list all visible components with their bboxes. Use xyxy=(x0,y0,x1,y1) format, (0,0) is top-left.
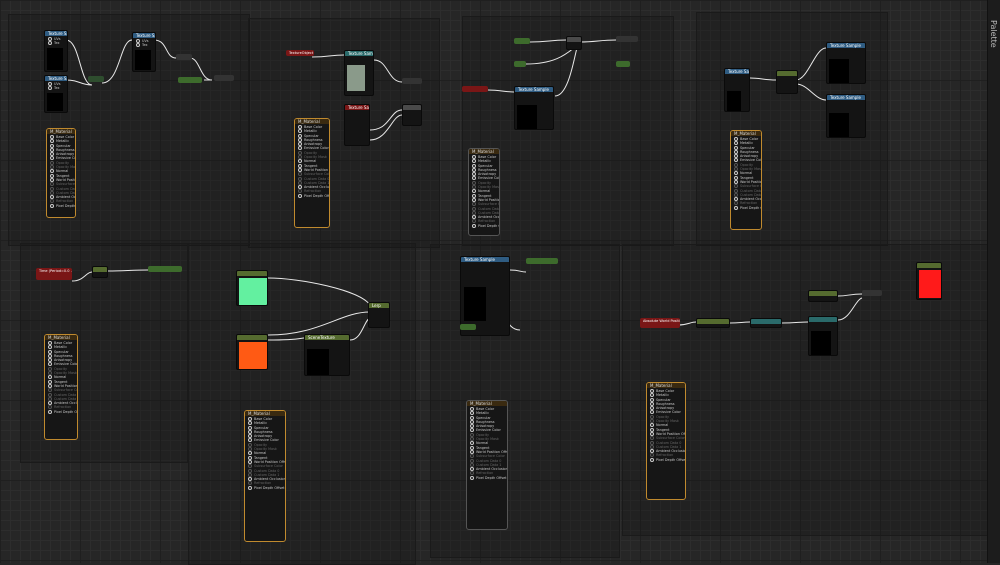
wire xyxy=(101,39,133,84)
color-constant-node[interactable] xyxy=(236,270,268,306)
add-node[interactable] xyxy=(176,54,192,60)
material-output-node[interactable]: M_Material Base Color Metallic Specular Rou… xyxy=(468,148,500,236)
material-input-pin[interactable]: Subsurface Color xyxy=(48,388,77,392)
texture-sample-node[interactable]: Texture Sample xyxy=(514,86,554,130)
material-output-node[interactable]: M_Material Base Color Metallic Specular Rou… xyxy=(646,382,686,500)
palette-tab[interactable]: Palette xyxy=(987,0,1000,563)
material-input-pin[interactable]: Pixel Depth Offset xyxy=(248,486,285,490)
texture-preview xyxy=(727,91,741,111)
output-node[interactable] xyxy=(862,290,882,296)
constant-node[interactable] xyxy=(616,61,630,67)
material-input-pin[interactable]: Pixel Depth Offset xyxy=(650,458,685,462)
texture-preview xyxy=(307,349,329,375)
texture-sample-node[interactable]: Texture Sample xyxy=(724,68,750,112)
material-input-pin[interactable]: Subsurface Color xyxy=(50,182,75,186)
texture-sample-node[interactable]: Texture Sample xyxy=(344,50,374,96)
texture-sample-node[interactable]: Texture Sample xyxy=(826,42,866,84)
scene-texture-node[interactable]: SceneTexture xyxy=(304,334,350,376)
material-input-pin[interactable]: Pixel Depth Offset xyxy=(734,206,761,210)
material-input-pin[interactable]: Pixel Depth Offset xyxy=(50,204,75,208)
material-input-pin[interactable]: Pixel Depth Offset xyxy=(470,476,507,480)
material-pin-list: Base Color Metallic Specular Roughness Aniso… xyxy=(45,340,77,415)
texture-preview xyxy=(47,93,63,111)
texture-sample-node[interactable]: Texture Sample UVsTex xyxy=(44,75,68,113)
material-input-pin[interactable]: Subsurface Color xyxy=(470,454,505,458)
texture-preview xyxy=(811,331,831,355)
material-output-node[interactable]: M_Material Base Color Metallic Specular Rou… xyxy=(46,128,76,218)
texture-sample-node[interactable]: Texture Sample UVsTex xyxy=(44,30,68,72)
material-input-pin[interactable]: Subsurface Color xyxy=(248,464,283,468)
texture-preview xyxy=(829,113,849,137)
add-node[interactable] xyxy=(402,104,422,126)
texture-preview xyxy=(517,105,537,129)
material-pin-list: Base Color Metallic Specular Roughness Aniso… xyxy=(647,388,685,463)
world-position-node[interactable]: Absolute World Position xyxy=(640,318,680,328)
material-pin-list: Base Color Metallic Specular Roughness Aniso… xyxy=(469,154,499,229)
texture-object-node[interactable] xyxy=(462,86,488,92)
material-input-pin[interactable]: Metallic xyxy=(50,139,72,143)
texture-preview xyxy=(829,59,849,83)
output-node[interactable] xyxy=(526,258,558,264)
material-pin-list: Base Color Metallic Specular Roughness Aniso… xyxy=(245,416,285,491)
material-input-pin[interactable]: Pixel Depth Offset xyxy=(472,224,499,228)
color-constant-node[interactable] xyxy=(916,262,942,300)
material-input-pin[interactable]: Subsurface Color xyxy=(298,172,329,176)
color-constant-node[interactable] xyxy=(236,334,268,370)
divide-node[interactable] xyxy=(750,318,782,328)
material-input-pin[interactable]: Subsurface Color xyxy=(472,202,499,206)
lerp-node[interactable] xyxy=(566,36,582,50)
material-output-node[interactable]: M_Material Base Color Metallic Specular Rou… xyxy=(466,400,508,530)
material-input-pin[interactable]: Subsurface Color xyxy=(650,436,685,440)
lerp-node[interactable] xyxy=(808,316,838,356)
green-color-swatch xyxy=(239,278,267,305)
constant-node[interactable] xyxy=(514,61,526,67)
multiply-node[interactable] xyxy=(402,78,422,84)
sine-node[interactable] xyxy=(92,266,108,278)
material-input-pin[interactable]: Pixel Depth Offset xyxy=(298,194,329,198)
texture-object-node[interactable]: TextureObject xyxy=(286,50,314,56)
texture-sample-node[interactable]: Texture Sample xyxy=(826,94,866,138)
wire xyxy=(153,39,177,59)
output-node[interactable] xyxy=(148,266,182,272)
material-input-pin[interactable]: Subsurface Color xyxy=(734,184,761,188)
texture-preview xyxy=(464,287,486,321)
material-pin-list: Base Color Metallic Specular Roughness Aniso… xyxy=(47,134,75,209)
material-pin-list: Base Color Metallic Specular Roughness Aniso… xyxy=(731,136,761,211)
output-node[interactable] xyxy=(616,36,638,42)
constant-node[interactable] xyxy=(460,324,476,330)
output-node[interactable] xyxy=(214,75,234,81)
texture-preview xyxy=(347,65,365,91)
palette-label: Palette xyxy=(989,20,998,48)
constant-node[interactable] xyxy=(178,77,202,83)
material-pin-list: Base Color Metallic Specular Roughness Aniso… xyxy=(467,406,507,481)
orange-color-swatch xyxy=(239,342,267,369)
material-output-node[interactable]: M_Material Base Color Metallic Specular Rou… xyxy=(294,118,330,228)
vector-param-node[interactable] xyxy=(808,290,838,302)
texture-sample-node[interactable]: Texture Sample UVsTex xyxy=(132,32,156,72)
material-output-node[interactable]: M_Material Base Color Metallic Specular Rou… xyxy=(244,410,286,542)
constant-node[interactable] xyxy=(514,38,530,44)
material-pin-list: Base Color Metallic Specular Roughness Aniso… xyxy=(295,124,329,199)
red-color-swatch xyxy=(919,270,941,298)
material-output-node[interactable]: M_Material Base Color Metallic Specular Rou… xyxy=(730,130,762,230)
material-input-pin[interactable]: Pixel Depth Offset xyxy=(48,410,77,414)
multiply-node[interactable] xyxy=(88,76,104,82)
time-node[interactable]: Time (Period=0.0 ...) xyxy=(36,268,72,280)
lerp-node[interactable]: Lerp xyxy=(368,302,390,328)
texture-sample-node[interactable]: Texture Sample xyxy=(344,104,370,146)
component-mask-node[interactable] xyxy=(696,318,730,328)
material-output-node[interactable]: M_Material Base Color Metallic Specular Rou… xyxy=(44,334,78,440)
texture-preview xyxy=(135,50,151,70)
texture-preview xyxy=(47,48,63,70)
break-out-node[interactable] xyxy=(776,70,798,94)
